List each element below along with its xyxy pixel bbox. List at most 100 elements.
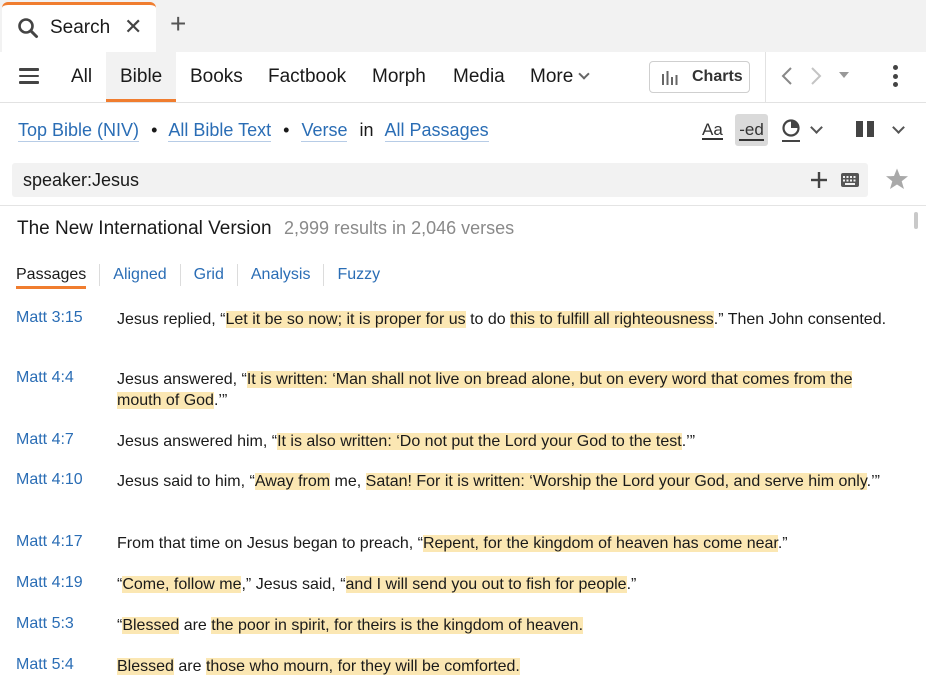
version-title: The New International Version (17, 218, 272, 239)
verse-ref-link[interactable]: Matt 4:10 (16, 471, 83, 489)
verse-text: “Come, follow me,” Jesus said, “and I wi… (117, 574, 887, 595)
charts-label: Charts (692, 68, 743, 85)
back-arrow-icon[interactable] (777, 66, 797, 86)
nav-tab-books[interactable]: Books (190, 66, 243, 88)
highlighted-words: Blessed (117, 658, 174, 675)
search-icon (18, 18, 38, 38)
verse-ref-link[interactable]: Matt 4:17 (16, 533, 83, 551)
nav-tab-all[interactable]: All (71, 66, 92, 88)
chevron-down-icon (578, 68, 590, 80)
divider (765, 52, 766, 102)
verse-ref-link[interactable]: Matt 4:4 (16, 369, 74, 387)
verse-words: are (179, 617, 212, 634)
scope-bible-link[interactable]: Top Bible (NIV) (18, 120, 140, 142)
search-type-bar: All Bible Books Factbook Morph Media Mor… (0, 52, 926, 103)
search-scope: Top Bible (NIV) • All Bible Text • Verse… (18, 120, 489, 142)
highlighted-words: Let it be so now; it is proper for us (225, 311, 466, 328)
highlighted-words: this to fulfill all righteousness (510, 311, 714, 328)
highlighted-words: the poor in spirit, for theirs is the ki… (211, 617, 584, 634)
highlighted-words: and I will send you out to fish for peop… (345, 576, 627, 593)
ed-icon[interactable]: -ed (735, 114, 768, 146)
hamburger-icon[interactable] (19, 68, 39, 84)
verse-words: Jesus said to him, “ (117, 473, 255, 490)
ed-label: -ed (739, 120, 764, 141)
verse-text: Jesus replied, “Let it be so now; it is … (117, 309, 887, 330)
font-icon[interactable]: Aa (702, 121, 723, 140)
verse-text: Jesus answered, “It is written: ‘Man sha… (117, 369, 887, 411)
verse-words: ,” Jesus said, “ (241, 576, 346, 593)
nav-tab-factbook[interactable]: Factbook (268, 66, 346, 88)
view-tab-aligned[interactable]: Aligned (99, 264, 181, 286)
search-box (12, 163, 868, 197)
tab-search[interactable]: Search ✕ (2, 2, 156, 52)
verse-ref-link[interactable]: Matt 5:3 (16, 615, 74, 633)
highlighted-words: It is also written: ‘Do not put the Lord… (277, 433, 682, 450)
tab-strip: Search ✕ + (0, 0, 926, 52)
verse-words: Jesus answered, “ (117, 371, 247, 388)
view-tab-grid[interactable]: Grid (181, 264, 238, 286)
verse-words: are (173, 658, 206, 675)
chevron-down-icon[interactable] (892, 121, 905, 134)
verse-text: Jesus answered him, “It is also written:… (117, 431, 887, 452)
nav-tab-morph[interactable]: Morph (372, 66, 426, 88)
nav-tab-more[interactable]: More (530, 66, 590, 88)
verse-text: Jesus said to him, “Away from me, Satan!… (117, 471, 887, 492)
verse-words: .” Then John consented. (713, 311, 887, 328)
highlighted-words: Blessed (122, 617, 180, 634)
view-tab-passages[interactable]: Passages (16, 264, 87, 289)
verse-words: Jesus answered him, “ (117, 433, 278, 450)
nav-tab-bible[interactable]: Bible (106, 52, 177, 102)
scope-in-label: in (359, 120, 374, 140)
star-icon[interactable] (885, 167, 909, 191)
verse-text: From that time on Jesus began to preach,… (117, 533, 887, 554)
verse-words: .’” (866, 473, 880, 490)
scope-range-link[interactable]: All Passages (384, 120, 489, 142)
ring-icon[interactable] (780, 118, 802, 144)
verse-words: .” (777, 535, 788, 552)
scope-bullet: • (283, 120, 290, 140)
result-count: 2,999 results in 2,046 verses (284, 218, 515, 238)
verse-words: Jesus replied, “ (117, 311, 226, 328)
plus-icon[interactable] (809, 170, 829, 190)
split-view-icon[interactable] (855, 120, 875, 138)
verse-words: From that time on Jesus began to preach,… (117, 535, 423, 552)
divider (0, 205, 926, 206)
charts-icon (662, 71, 678, 85)
tab-title: Search (50, 17, 111, 38)
scrollbar[interactable] (914, 212, 918, 229)
charts-button[interactable]: Charts (649, 61, 750, 93)
scope-bullet: • (151, 120, 158, 140)
verse-ref-link[interactable]: Matt 4:7 (16, 431, 74, 449)
verse-ref-link[interactable]: Matt 4:19 (16, 574, 83, 592)
verse-ref-link[interactable]: Matt 3:15 (16, 309, 83, 327)
verse-words: .’” (681, 433, 696, 450)
nav-tab-media[interactable]: Media (453, 66, 505, 88)
view-tab-fuzzy[interactable]: Fuzzy (324, 264, 393, 286)
verse-text: “Blessed are the poor in spirit, for the… (117, 615, 887, 636)
highlighted-words: those who mourn, for they will be comfor… (205, 658, 520, 675)
highlighted-words: Away from (254, 473, 331, 490)
search-input[interactable] (12, 163, 792, 197)
highlighted-words: Come, follow me (122, 576, 242, 593)
history-dropdown-icon[interactable] (839, 72, 849, 78)
new-tab-button[interactable]: + (170, 10, 186, 38)
results-header: The New International Version 2,999 resu… (17, 218, 514, 240)
highlighted-words: Satan! For it is written: ‘Worship the L… (365, 473, 867, 490)
forward-arrow-icon[interactable] (806, 66, 826, 86)
scope-unit-link[interactable]: Verse (301, 120, 348, 142)
view-tab-analysis[interactable]: Analysis (238, 264, 325, 286)
highlighted-words: Repent, for the kingdom of heaven has co… (422, 535, 778, 552)
kebab-icon[interactable] (893, 65, 899, 89)
view-tabs: Passages Aligned Grid Analysis Fuzzy (16, 264, 393, 289)
close-icon[interactable]: ✕ (124, 14, 142, 40)
verse-words: .” (626, 576, 637, 593)
keyboard-icon[interactable] (841, 173, 859, 187)
chevron-down-icon[interactable] (810, 121, 823, 134)
verse-words: .’” (213, 392, 228, 409)
verse-ref-link[interactable]: Matt 5:4 (16, 656, 74, 674)
verse-words: me, (330, 473, 366, 490)
more-label: More (530, 66, 574, 87)
scope-text-link[interactable]: All Bible Text (168, 120, 272, 142)
verse-words: to do (465, 311, 511, 328)
verse-text: Blessed are those who mourn, for they wi… (117, 656, 887, 677)
